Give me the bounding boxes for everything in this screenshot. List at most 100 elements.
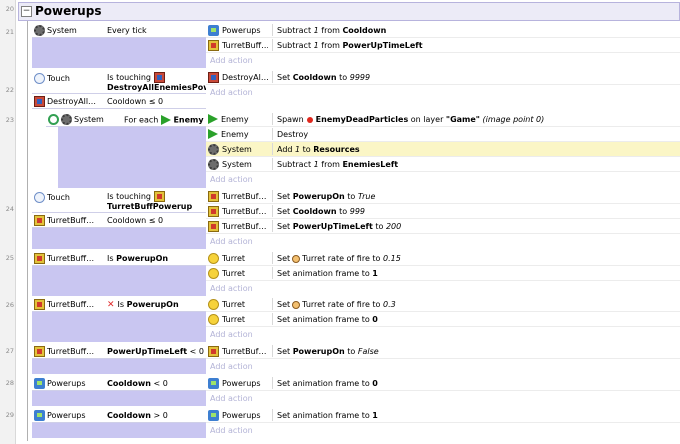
object-name: System: [222, 160, 252, 169]
invader-icon: [208, 410, 219, 421]
action-row[interactable]: Turret Set Turret rate of fire to 0.15: [206, 251, 680, 266]
variable-name: PowerUpTimeLeft: [292, 222, 373, 231]
action-row[interactable]: Turret Set Turret rate of fire to 0.3: [206, 297, 680, 312]
condition-row[interactable]: System For each Enemy: [46, 112, 206, 127]
object-name: Turret: [222, 315, 246, 324]
action-row[interactable]: Turret Set animation frame to 0: [206, 312, 680, 327]
action-row[interactable]: TurretBuff… Subtract 1 from PowerUpTimeL…: [206, 38, 680, 53]
line-number: 24: [5, 205, 14, 213]
object-name: DestroyAl…: [222, 73, 268, 82]
action-row[interactable]: Powerups Set animation frame to 1: [206, 408, 680, 423]
action-text: Set: [277, 73, 293, 82]
line-number: 20: [5, 5, 14, 13]
add-action-link[interactable]: Add action: [206, 391, 680, 406]
enemy-flag-icon: [160, 115, 171, 125]
action-row[interactable]: System Subtract 1 from EnemiesLeft: [206, 157, 680, 172]
condition-row[interactable]: TurretBuff… Is PowerupOn: [32, 251, 206, 266]
line-number: 26: [5, 301, 14, 309]
add-action-link[interactable]: Add action: [206, 327, 680, 342]
add-action-link[interactable]: Add action: [206, 234, 680, 249]
object-name: TurretBuf…: [222, 347, 267, 356]
variable-name: PowerupOn: [292, 347, 345, 356]
object-name: Touch: [47, 193, 70, 202]
condition-row[interactable]: TurretBuff… Cooldown ≤ 0: [32, 213, 206, 228]
action-text: Subtract: [277, 160, 314, 169]
condition-text: Every tick: [107, 26, 147, 35]
add-action-link[interactable]: Add action: [206, 172, 680, 187]
object-name: Turret: [222, 254, 246, 263]
action-row[interactable]: TurretBuf… Set PowerupOn to True: [206, 189, 680, 204]
condition-text: Is touching: [107, 192, 152, 201]
action-row[interactable]: Powerups Set animation frame to 0: [206, 376, 680, 391]
object-name: Powerups: [222, 26, 261, 35]
object-name: Turret: [222, 300, 246, 309]
condition-text: > 0: [150, 411, 168, 420]
variable-name: Cooldown: [107, 411, 151, 420]
action-row[interactable]: TurretBuf… Set PowerUpTimeLeft to 200: [206, 219, 680, 234]
action-value: 200: [385, 222, 402, 231]
add-action-link[interactable]: Add action: [206, 423, 680, 438]
gear-icon: [61, 114, 72, 125]
powerup-box-icon: [34, 215, 45, 226]
line-number: 27: [5, 347, 14, 355]
condition-text: < 0: [187, 347, 205, 356]
condition-row[interactable]: Powerups Cooldown > 0: [32, 408, 206, 423]
object-ref: DestroyAllEnemiesPower: [107, 83, 206, 92]
object-name: TurretBuff…: [47, 300, 95, 309]
object-name: TurretBuf…: [222, 192, 267, 201]
add-action-link[interactable]: Add action: [206, 281, 680, 296]
variable-name: Resources: [313, 145, 360, 154]
condition-row[interactable]: Touch Is touching TurretBuffPowerup: [32, 189, 206, 213]
action-value: 9999: [349, 73, 371, 82]
line-number: 23: [5, 116, 14, 124]
powerup-box-icon: [208, 346, 219, 357]
action-text: to: [336, 73, 350, 82]
object-ref: Enemy: [173, 115, 204, 125]
turret-icon: [208, 253, 219, 264]
action-text: to: [344, 347, 358, 356]
action-row[interactable]: TurretBuf… Set PowerupOn to False: [206, 344, 680, 359]
gear-icon: [208, 144, 219, 155]
action-text: Set animation frame to: [277, 379, 373, 388]
action-text: Set: [277, 347, 293, 356]
destroy-powerup-icon: [153, 72, 165, 83]
add-action-link[interactable]: Add action: [206, 53, 680, 68]
gear-icon: [34, 25, 45, 36]
action-text: Set: [277, 300, 291, 309]
action-row[interactable]: Powerups Subtract 1 from Cooldown: [206, 23, 680, 38]
collapse-toggle[interactable]: −: [21, 6, 32, 17]
action-row[interactable]: Enemy Spawn EnemyDeadParticles on layer "…: [206, 112, 680, 127]
turret-icon: [208, 268, 219, 279]
action-row[interactable]: DestroyAl… Set Cooldown to 9999: [206, 70, 680, 85]
condition-text: < 0: [150, 379, 168, 388]
object-name: TurretBuf…: [222, 222, 267, 231]
action-row[interactable]: Turret Set animation frame to 1: [206, 266, 680, 281]
action-row[interactable]: Enemy Destroy: [206, 127, 680, 142]
action-value: 0.3: [382, 300, 396, 309]
line-number-gutter: 20 21 22 23 24 25 26 27 28 29: [0, 0, 16, 444]
action-text: Set: [277, 222, 293, 231]
object-ref: TurretBuffPowerup: [107, 202, 193, 211]
add-action-link[interactable]: Add action: [206, 85, 680, 100]
event-group-powerups[interactable]: − Powerups: [18, 2, 680, 21]
action-row[interactable]: TurretBuf… Set Cooldown to 999: [206, 204, 680, 219]
action-value: True: [357, 192, 376, 201]
object-name: TurretBuff…: [47, 347, 95, 356]
powerup-box-icon: [153, 191, 165, 202]
action-text: Spawn: [277, 115, 304, 124]
enemy-flag-icon: [208, 129, 218, 139]
object-name: Powerups: [47, 379, 86, 388]
action-row-selected[interactable]: System Add 1 to Resources: [206, 142, 680, 157]
add-action-link[interactable]: Add action: [206, 359, 680, 374]
condition-row[interactable]: System Every tick: [32, 23, 206, 38]
variable-name: Cooldown: [342, 26, 387, 35]
condition-row[interactable]: Touch Is touching DestroyAllEnemiesPower: [32, 70, 206, 94]
condition-row[interactable]: TurretBuff… ✕ Is PowerupOn: [32, 297, 206, 312]
condition-row[interactable]: TurretBuff… PowerUpTimeLeft < 0: [32, 344, 206, 359]
condition-row[interactable]: Powerups Cooldown < 0: [32, 376, 206, 391]
object-name: TurretBuff…: [222, 41, 268, 50]
powerup-box-icon: [34, 346, 45, 357]
condition-row[interactable]: DestroyAll… Cooldown ≤ 0: [32, 94, 206, 109]
layer-name: "Game": [445, 115, 480, 124]
variable-name: PowerupOn: [116, 254, 169, 263]
